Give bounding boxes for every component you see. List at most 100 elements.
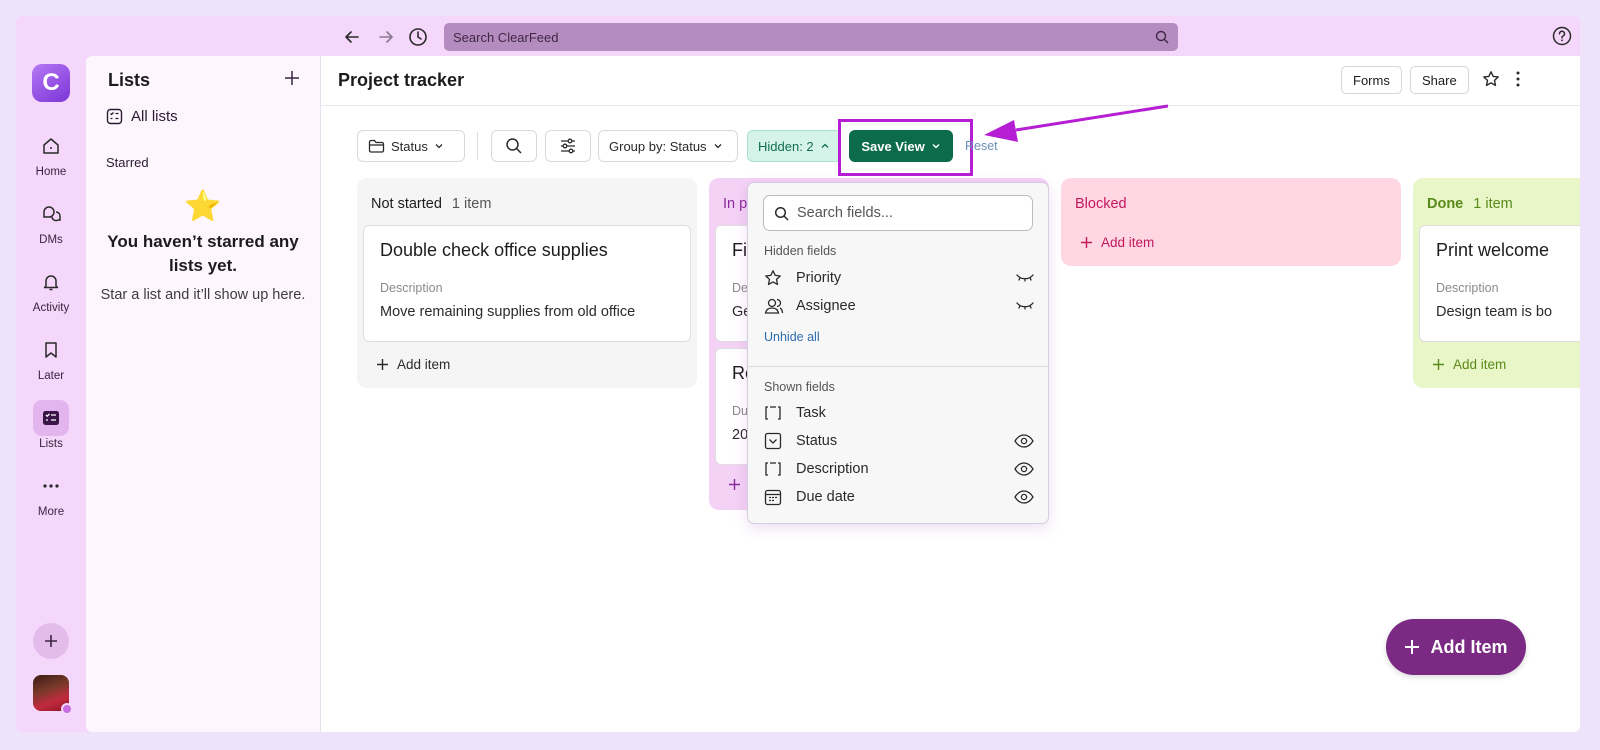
bell-icon <box>43 275 59 291</box>
search-icon <box>506 138 522 154</box>
fields-search-input[interactable]: Search fields... <box>763 195 1033 231</box>
card-title: Fi <box>732 240 747 260</box>
all-lists-label: All lists <box>131 108 178 125</box>
help-icon <box>1552 26 1572 46</box>
users-icon <box>764 298 784 314</box>
starred-section-label: Starred <box>106 155 149 170</box>
add-item-button[interactable]: Add item <box>1432 357 1506 372</box>
status-filter-button[interactable]: Status <box>357 130 465 162</box>
folder-icon <box>368 139 385 153</box>
add-item-fab[interactable]: Add Item <box>1386 619 1526 675</box>
field-name: Due date <box>796 489 855 505</box>
fab-label: Add Item <box>1430 636 1508 657</box>
group-by-button[interactable]: Group by: Status <box>598 130 738 162</box>
add-item-button[interactable] <box>728 478 741 491</box>
all-lists-link[interactable]: All lists <box>106 108 178 125</box>
hidden-fields-heading: Hidden fields <box>764 244 837 258</box>
shown-field-description[interactable]: Description <box>764 456 1034 482</box>
star-button[interactable] <box>1482 70 1500 93</box>
shown-field-status[interactable]: Status <box>764 428 1034 454</box>
unhide-all-link[interactable]: Unhide all <box>764 330 820 344</box>
kebab-icon <box>1516 71 1520 87</box>
eye-icon[interactable] <box>1014 490 1034 504</box>
item-card[interactable]: Double check office supplies Description… <box>363 225 691 342</box>
rail-item-lists[interactable]: Lists <box>16 400 86 450</box>
eye-closed-icon[interactable] <box>1016 300 1034 312</box>
user-avatar[interactable] <box>33 675 73 715</box>
bookmark-icon <box>45 342 57 358</box>
card-field-label: De <box>732 281 748 295</box>
card-field-label: Du <box>732 404 748 418</box>
more-options-button[interactable] <box>1513 70 1523 93</box>
new-list-button[interactable] <box>284 70 300 91</box>
rail-item-activity[interactable]: Activity <box>16 264 86 314</box>
toolbar-divider <box>477 132 478 160</box>
calendar-icon <box>764 489 782 506</box>
column-name: In p <box>723 196 748 212</box>
column-name: Not started <box>371 196 442 212</box>
card-field-value: Design team is bo <box>1436 304 1553 320</box>
sidebar-title: Lists <box>108 70 151 90</box>
status-filter-label: Status <box>391 138 428 154</box>
forward-button[interactable] <box>374 25 398 49</box>
add-item-label: Add item <box>1101 235 1155 250</box>
eye-icon[interactable] <box>1014 462 1034 476</box>
shown-fields-heading: Shown fields <box>764 380 835 394</box>
field-name: Priority <box>796 270 842 286</box>
shown-field-task[interactable]: Task <box>764 400 1034 426</box>
hidden-fields-label: Hidden: 2 <box>758 138 814 154</box>
hidden-fields-button[interactable]: Hidden: 2 <box>747 130 841 162</box>
forms-button[interactable]: Forms <box>1341 66 1402 94</box>
field-name: Task <box>796 405 826 421</box>
star-outline-icon <box>765 270 781 286</box>
dms-icon <box>43 206 61 222</box>
rail-item-more[interactable]: More <box>16 468 86 518</box>
plus-icon <box>1081 237 1092 248</box>
rail-item-later[interactable]: Later <box>16 332 86 382</box>
card-title: Print welcome <box>1436 240 1550 260</box>
column-done: Done 1 item Print welcome Description De… <box>1413 178 1580 388</box>
reset-link[interactable]: Reset <box>965 139 998 153</box>
shown-field-due-date[interactable]: Due date <box>764 484 1034 510</box>
star-emoji-icon: ⭐ <box>184 190 222 223</box>
column-header: Blocked <box>1075 196 1127 212</box>
rail-item-dms[interactable]: DMs <box>16 196 86 246</box>
hidden-field-priority[interactable]: Priority <box>764 265 1034 291</box>
share-button[interactable]: Share <box>1410 66 1469 94</box>
lists-icon <box>43 411 59 425</box>
help-button[interactable] <box>1552 26 1572 51</box>
item-card[interactable]: Print welcome Description Design team is… <box>1419 225 1580 342</box>
column-not-started: Not started 1 item Double check office s… <box>357 178 697 388</box>
eye-closed-icon[interactable] <box>1016 272 1034 284</box>
add-workspace-button[interactable] <box>33 623 69 659</box>
back-button[interactable] <box>340 25 364 49</box>
card-field-value: 20 <box>732 427 749 443</box>
text-field-icon <box>765 406 781 420</box>
search-items-button[interactable] <box>491 130 537 162</box>
fields-popover: Search fields... Hidden fields Priority … <box>747 182 1049 524</box>
plus-icon <box>729 479 740 490</box>
hidden-field-assignee[interactable]: Assignee <box>764 293 1034 319</box>
plus-icon <box>377 359 388 370</box>
add-item-button[interactable]: Add item <box>376 357 450 372</box>
rail-item-home[interactable]: Home <box>16 128 86 178</box>
filter-settings-button[interactable] <box>545 130 591 162</box>
search-icon <box>1155 30 1169 44</box>
field-name: Description <box>796 461 869 477</box>
eye-icon[interactable] <box>1014 434 1034 448</box>
lists-sidebar: Lists All lists Starred ⭐ You haven’t st… <box>86 56 320 732</box>
add-item-button[interactable]: Add item <box>1080 235 1154 250</box>
rail-label-later: Later <box>37 370 65 382</box>
column-header: Not started 1 item <box>371 196 491 212</box>
workspace-logo[interactable]: C <box>32 64 70 102</box>
history-button[interactable] <box>406 25 430 49</box>
column-count: 1 item <box>451 196 492 212</box>
chevron-down-icon <box>714 144 722 149</box>
more-icon <box>43 484 59 488</box>
rail-label-activity: Activity <box>32 302 70 314</box>
presence-indicator <box>61 703 73 715</box>
column-name: Blocked <box>1075 196 1127 212</box>
home-icon <box>43 138 59 154</box>
text-field-icon <box>765 462 781 476</box>
search-bar[interactable]: Search ClearFeed <box>444 23 1178 51</box>
